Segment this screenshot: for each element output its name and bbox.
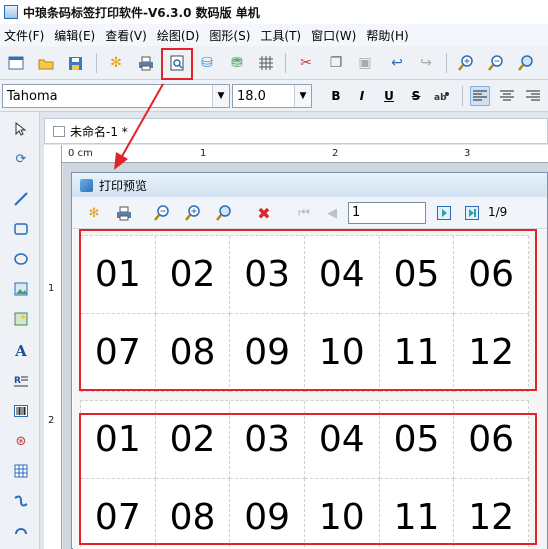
database-icon[interactable]: ⛁	[196, 52, 218, 74]
bold-button[interactable]: B	[326, 86, 346, 106]
align-left-icon[interactable]	[470, 86, 490, 106]
ruler-label: 3	[464, 148, 471, 159]
italic-button[interactable]: I	[352, 86, 372, 106]
open-icon[interactable]	[35, 52, 57, 74]
vertical-ruler: 1 2	[44, 145, 62, 549]
cut-icon[interactable]: ✂	[295, 52, 317, 74]
settings-icon[interactable]: ✻	[84, 203, 104, 223]
document-icon	[53, 125, 65, 137]
font-family-select[interactable]: Tahoma ▼	[2, 84, 230, 108]
last-page-icon[interactable]	[462, 203, 482, 223]
previous-page-icon[interactable]: ◀	[322, 203, 342, 223]
dialog-title: 打印预览	[99, 178, 148, 193]
next-page-icon[interactable]	[434, 203, 454, 223]
dialog-toolbar: ✻ ✖ ⏮ ◀ 1 1/9	[72, 197, 547, 229]
svg-text:R: R	[14, 376, 21, 386]
strikethrough-button[interactable]: S	[406, 86, 426, 106]
zoom-in-icon[interactable]	[183, 203, 203, 223]
ruler-label: 1	[200, 148, 207, 159]
ruler-label: 2	[48, 415, 55, 426]
print-preview-window-icon	[80, 178, 93, 192]
menu-window[interactable]: 窗口(W)	[311, 27, 356, 44]
dialog-title-bar: 打印预览	[72, 173, 547, 197]
font-family-value: Tahoma	[7, 88, 58, 104]
menu-shape[interactable]: 图形(S)	[209, 27, 250, 44]
rotate-icon[interactable]: ⟳	[10, 148, 32, 170]
drawing-tools-panel: ⟳ A R ⊛	[0, 112, 40, 549]
document-tab[interactable]: 未命名-1 *	[44, 118, 548, 144]
menu-draw[interactable]: 绘图(D)	[157, 27, 200, 44]
ruler-label: 2	[332, 148, 339, 159]
ruler-label: 0 cm	[68, 148, 93, 159]
label-group-highlight	[79, 229, 537, 391]
app-title: 中琅条码标签打印软件-V6.3.0 数码版 单机	[23, 5, 260, 20]
zoom-fit-icon[interactable]	[214, 203, 234, 223]
format-toolbar: Tahoma ▼ 18.0 ▼ B I U S ab	[0, 80, 548, 112]
zoom-in-icon[interactable]	[455, 52, 477, 74]
zoom-out-icon[interactable]	[152, 203, 172, 223]
zoom-fit-icon[interactable]	[515, 52, 537, 74]
curve-icon[interactable]	[10, 490, 32, 512]
page-number-input[interactable]: 1	[348, 202, 426, 224]
zoom-out-icon[interactable]	[485, 52, 507, 74]
menu-view[interactable]: 查看(V)	[105, 27, 147, 44]
rich-text-icon[interactable]: R	[10, 370, 32, 392]
select-icon[interactable]	[10, 118, 32, 140]
settings-icon[interactable]: ✻	[105, 52, 127, 74]
table-icon[interactable]	[10, 460, 32, 482]
font-size-value: 18.0	[237, 88, 266, 104]
title-bar: 中琅条码标签打印软件-V6.3.0 数码版 单机	[0, 0, 548, 24]
picture-icon[interactable]	[10, 308, 32, 330]
new-icon[interactable]	[5, 52, 27, 74]
first-page-icon[interactable]: ⏮	[294, 203, 314, 223]
app-icon	[4, 5, 18, 19]
menu-bar: 文件(F) 编辑(E) 查看(V) 绘图(D) 图形(S) 工具(T) 窗口(W…	[0, 24, 548, 46]
main-toolbar: ✻ ⛁ ⛃ ✂ ❐ ▣ ↩ ↪	[0, 46, 548, 80]
qrcode-icon[interactable]: ⊛	[10, 430, 32, 452]
menu-help[interactable]: 帮助(H)	[366, 27, 408, 44]
print-preview-highlight	[161, 48, 193, 80]
chevron-down-icon[interactable]: ▼	[212, 85, 229, 107]
arc-icon[interactable]	[10, 518, 32, 540]
close-icon[interactable]: ✖	[254, 203, 274, 223]
document-tab-title: 未命名-1 *	[70, 124, 128, 139]
ellipse-icon[interactable]	[10, 248, 32, 270]
menu-tools[interactable]: 工具(T)	[260, 27, 301, 44]
underline-button[interactable]: U	[379, 86, 399, 106]
copy-icon[interactable]: ❐	[325, 52, 347, 74]
align-center-icon[interactable]	[497, 86, 517, 106]
align-right-icon[interactable]	[523, 86, 543, 106]
data-source-icon[interactable]: ⛃	[226, 52, 248, 74]
horizontal-ruler: 0 cm 1 2 3	[62, 145, 548, 163]
print-icon[interactable]	[135, 52, 157, 74]
label-group-highlight	[79, 413, 537, 545]
image-icon[interactable]	[10, 278, 32, 300]
page-count: 1/9	[488, 205, 508, 219]
grid-icon[interactable]	[255, 52, 277, 74]
paste-icon[interactable]: ▣	[354, 52, 376, 74]
menu-edit[interactable]: 编辑(E)	[54, 27, 95, 44]
text-icon[interactable]: A	[10, 340, 32, 362]
redo-icon[interactable]: ↪	[415, 52, 437, 74]
font-size-select[interactable]: 18.0 ▼	[232, 84, 312, 108]
menu-file[interactable]: 文件(F)	[4, 27, 44, 44]
text-effect-icon[interactable]: ab	[432, 86, 452, 106]
chevron-down-icon[interactable]: ▼	[294, 85, 311, 107]
print-icon[interactable]	[114, 203, 134, 223]
undo-icon[interactable]: ↩	[386, 52, 408, 74]
save-icon[interactable]	[64, 52, 86, 74]
barcode-icon[interactable]	[10, 400, 32, 422]
rectangle-icon[interactable]	[10, 218, 32, 240]
line-icon[interactable]	[10, 188, 32, 210]
ruler-label: 1	[48, 283, 55, 294]
